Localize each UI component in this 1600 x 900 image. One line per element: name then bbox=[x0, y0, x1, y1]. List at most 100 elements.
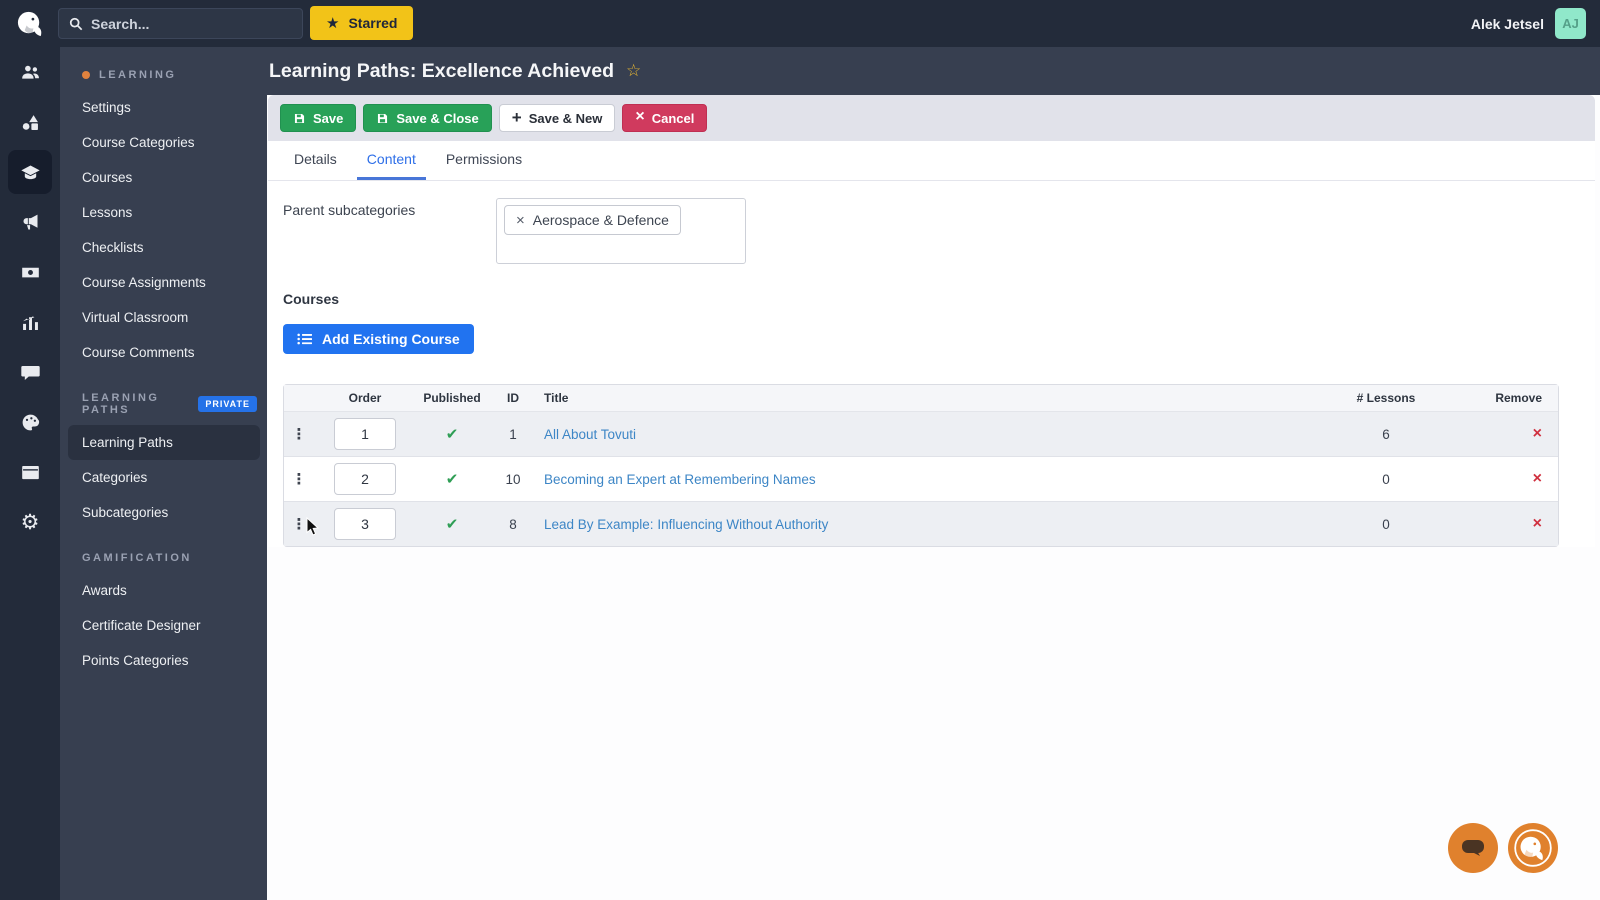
course-title-link[interactable]: Becoming an Expert at Remembering Names bbox=[544, 472, 816, 487]
add-existing-course-button[interactable]: Add Existing Course bbox=[283, 324, 474, 354]
order-input[interactable] bbox=[334, 418, 396, 450]
sidebar-item-certificate-designer[interactable]: Certificate Designer bbox=[68, 608, 260, 643]
published-check-icon[interactable]: ✔ bbox=[446, 470, 459, 488]
course-title-link[interactable]: All About Tovuti bbox=[544, 427, 636, 442]
save-close-button[interactable]: Save & Close bbox=[363, 104, 492, 132]
order-input[interactable] bbox=[334, 508, 396, 540]
palette-icon bbox=[22, 414, 39, 430]
sidebar-item-points-categories[interactable]: Points Categories bbox=[68, 643, 260, 678]
menu-group: LEARNING Settings Course Categories Courses… bbox=[60, 61, 267, 370]
save-close-label: Save & Close bbox=[396, 110, 479, 126]
chat-widget-button[interactable] bbox=[1448, 823, 1498, 873]
sidebar-rail-users[interactable] bbox=[5, 47, 55, 97]
starred-button[interactable]: ★ Starred bbox=[310, 6, 414, 40]
page-title: Learning Paths: Excellence Achieved bbox=[269, 59, 614, 82]
table-row: ⋮ ✔ 10 Becoming an Expert at Remembering Na… bbox=[284, 457, 1558, 502]
orange-dot-icon bbox=[82, 71, 90, 79]
favorite-star-icon[interactable]: ☆ bbox=[626, 61, 641, 81]
sidebar-rail-reports[interactable] bbox=[5, 297, 55, 347]
list-icon bbox=[297, 333, 312, 345]
published-check-icon[interactable]: ✔ bbox=[446, 515, 459, 533]
sidebar-item-course-comments[interactable]: Course Comments bbox=[68, 335, 260, 370]
menu-group: LEARNING PATHS PRIVATE Learning Paths Categ… bbox=[60, 384, 267, 530]
sidebar-rail-pages[interactable] bbox=[5, 447, 55, 497]
col-header-order: Order bbox=[314, 385, 416, 412]
tag-label: Aerospace & Defence bbox=[532, 212, 669, 228]
avatar[interactable]: AJ bbox=[1555, 8, 1586, 39]
tovuti-logo-icon[interactable] bbox=[15, 8, 46, 39]
users-icon bbox=[21, 65, 39, 79]
menu-group-title: LEARNING bbox=[99, 69, 177, 81]
tovuti-help-button[interactable] bbox=[1508, 823, 1558, 873]
drag-handle[interactable]: ⋮ bbox=[292, 425, 307, 443]
col-header-published: Published bbox=[416, 385, 488, 412]
parent-subcategories-label: Parent subcategories bbox=[283, 202, 416, 218]
sidebar-item-lessons[interactable]: Lessons bbox=[68, 195, 260, 230]
lessons-count: 6 bbox=[1306, 412, 1466, 457]
floppy-icon bbox=[294, 113, 305, 123]
star-icon: ★ bbox=[326, 14, 340, 32]
sidebar-rail-content[interactable] bbox=[5, 97, 55, 147]
sidebar-item-course-assignments[interactable]: Course Assignments bbox=[68, 265, 260, 300]
remove-tag-icon[interactable]: × bbox=[516, 213, 525, 228]
lessons-count: 0 bbox=[1306, 502, 1466, 546]
user-area: Alek Jetsel AJ bbox=[1471, 0, 1586, 47]
private-badge: PRIVATE bbox=[198, 396, 257, 412]
menu-group-header: GAMIFICATION bbox=[60, 544, 267, 573]
sidebar-item-learning-paths[interactable]: Learning Paths bbox=[68, 425, 260, 460]
tab-details[interactable]: Details bbox=[284, 141, 347, 180]
sidebar-item-courses[interactable]: Courses bbox=[68, 160, 260, 195]
user-name: Alek Jetsel bbox=[1470, 15, 1544, 32]
save-new-label: Save & New bbox=[528, 110, 603, 126]
sidebar-item-course-categories[interactable]: Course Categories bbox=[68, 125, 260, 160]
sidebar-item-settings[interactable]: Settings bbox=[68, 90, 260, 125]
sidebar-item-virtual-classroom[interactable]: Virtual Classroom bbox=[68, 300, 260, 335]
gear-icon: ⚙ bbox=[20, 509, 40, 534]
sidebar-item-awards[interactable]: Awards bbox=[68, 573, 260, 608]
tab-content[interactable]: Content bbox=[356, 141, 426, 180]
megaphone-icon bbox=[23, 214, 37, 229]
sidebar-item-categories[interactable]: Categories bbox=[68, 460, 260, 495]
remove-course-icon[interactable]: × bbox=[1533, 515, 1542, 532]
tovuti-mascot-icon bbox=[1514, 829, 1552, 867]
menu-group-title: GAMIFICATION bbox=[82, 552, 192, 564]
published-check-icon[interactable]: ✔ bbox=[446, 425, 459, 443]
save-label: Save bbox=[313, 110, 344, 126]
plus-icon: + bbox=[511, 107, 522, 127]
parent-subcategories-field[interactable]: × Aerospace & Defence bbox=[496, 198, 746, 264]
window-icon bbox=[21, 465, 39, 479]
col-header-title: Title bbox=[538, 385, 1306, 412]
save-new-button[interactable]: + Save & New bbox=[498, 104, 616, 132]
close-icon: × bbox=[635, 108, 645, 125]
menu-group: GAMIFICATION Awards Certificate Designer Po… bbox=[60, 544, 267, 678]
sidebar-item-subcategories[interactable]: Subcategories bbox=[68, 495, 260, 530]
floppy-icon bbox=[378, 113, 388, 123]
starred-label: Starred bbox=[348, 15, 398, 31]
add-existing-course-label: Add Existing Course bbox=[322, 331, 460, 347]
order-input[interactable] bbox=[334, 463, 396, 495]
cancel-button[interactable]: × Cancel bbox=[622, 104, 708, 132]
selected-tag: × Aerospace & Defence bbox=[504, 205, 681, 235]
tab-bar: Details Content Permissions bbox=[268, 141, 1595, 181]
remove-course-icon[interactable]: × bbox=[1533, 425, 1542, 442]
sidebar-rail-messages[interactable] bbox=[5, 347, 55, 397]
comment-icon bbox=[20, 365, 40, 380]
save-button[interactable]: Save bbox=[280, 104, 357, 132]
sidebar-rail-learning[interactable] bbox=[5, 147, 55, 197]
tab-permissions[interactable]: Permissions bbox=[436, 141, 532, 180]
drag-handle[interactable]: ⋮ bbox=[292, 470, 307, 488]
remove-course-icon[interactable]: × bbox=[1533, 470, 1542, 487]
courses-section-label: Courses bbox=[283, 291, 340, 307]
main-content: Save Save & Close + Save & New × Cancel … bbox=[267, 95, 1600, 900]
search-input[interactable]: Search... bbox=[58, 8, 303, 39]
sidebar-item-checklists[interactable]: Checklists bbox=[68, 230, 260, 265]
sidebar-rail-settings[interactable]: ⚙ bbox=[5, 497, 55, 547]
course-id: 8 bbox=[488, 502, 538, 546]
sidebar-rail-commerce[interactable] bbox=[5, 247, 55, 297]
drag-handle[interactable]: ⋮ bbox=[292, 515, 307, 533]
course-title-link[interactable]: Lead By Example: Influencing Without Aut… bbox=[544, 517, 828, 532]
top-bar: Search... ★ Starred Alek Jetsel AJ bbox=[0, 0, 1600, 47]
banknote-icon bbox=[21, 267, 39, 277]
sidebar-rail-design[interactable] bbox=[5, 397, 55, 447]
sidebar-rail-announcements[interactable] bbox=[5, 197, 55, 247]
